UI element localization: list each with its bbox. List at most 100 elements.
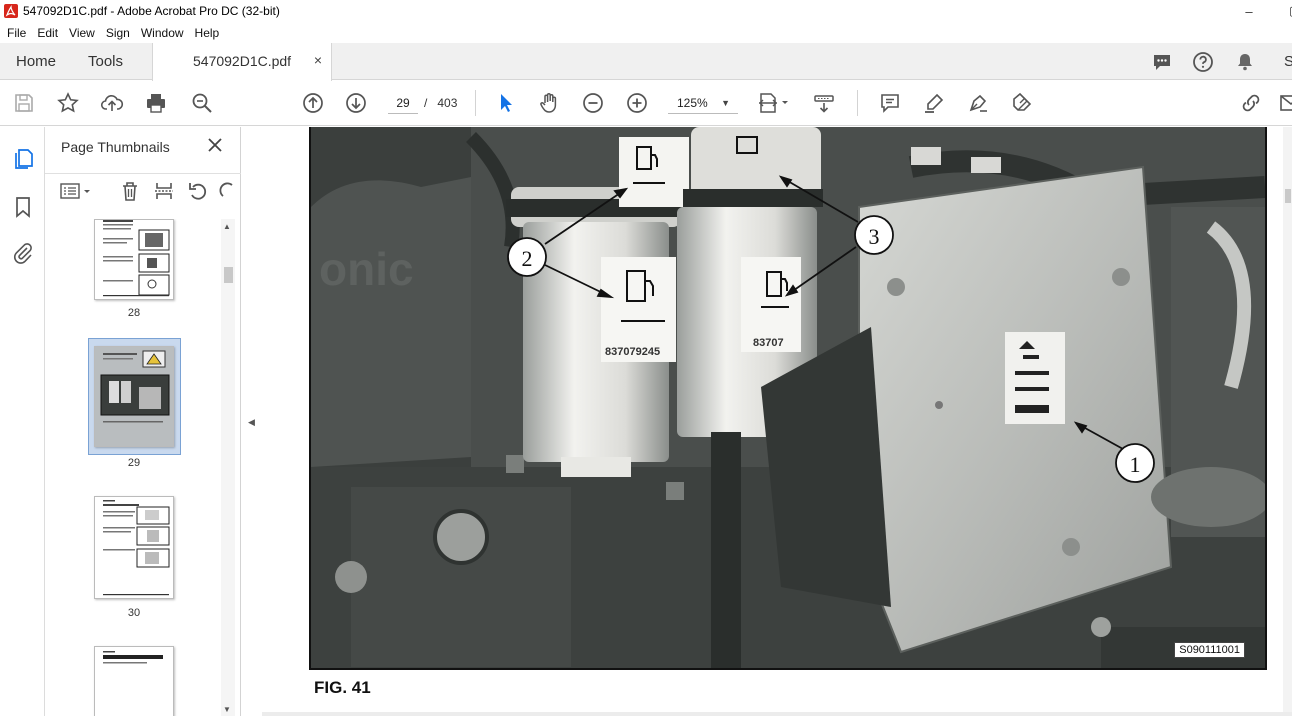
printer-icon xyxy=(147,94,165,113)
save-disk-icon xyxy=(15,94,33,112)
page-thumbnail-image xyxy=(95,347,173,446)
star-icon xyxy=(57,92,79,113)
thumbnail-toolbar xyxy=(45,173,241,205)
brand-embossed-text: onic xyxy=(319,243,414,295)
filter-part-number-left: 837079245 xyxy=(605,346,660,358)
page-thumbnail-image xyxy=(103,220,170,297)
upload-cloud-button[interactable] xyxy=(100,91,124,115)
add-comment-button[interactable] xyxy=(878,91,902,115)
save-button[interactable] xyxy=(12,91,36,115)
arrow-up-circle-icon xyxy=(303,93,323,113)
sign-button[interactable] xyxy=(1010,91,1034,115)
page-number-input[interactable]: 29 xyxy=(388,92,418,114)
bookmark-icon[interactable] xyxy=(11,195,35,219)
hand-tool-button[interactable] xyxy=(537,91,561,115)
document-view[interactable]: onic 837079245 83707 2 3 1 S090111001 FI… xyxy=(262,127,1292,716)
page-thumbnail-image xyxy=(103,500,170,596)
link-icon xyxy=(1242,94,1260,112)
scroll-up-arrow-icon[interactable]: ▲ xyxy=(223,222,231,231)
fit-page-icon xyxy=(759,93,788,113)
filter-part-number-right: 83707 xyxy=(753,337,784,349)
arrow-down-circle-icon xyxy=(346,93,366,113)
pointer-cursor-icon xyxy=(501,94,512,112)
scroll-mode-icon xyxy=(814,95,834,113)
zoom-value: 125% xyxy=(677,96,708,110)
help-icon[interactable] xyxy=(1192,51,1214,73)
share-link-button[interactable] xyxy=(1239,91,1263,115)
toolbar-divider xyxy=(475,90,476,116)
menu-file[interactable]: File xyxy=(3,26,30,40)
notification-bell-icon[interactable] xyxy=(1234,51,1256,73)
search-button[interactable] xyxy=(190,91,214,115)
thumbnail-page[interactable] xyxy=(94,496,174,599)
menu-edit[interactable]: Edit xyxy=(33,26,62,40)
next-page-button[interactable] xyxy=(344,91,368,115)
callout-1-label: 1 xyxy=(1130,452,1141,477)
zoom-out-button[interactable] xyxy=(581,91,605,115)
restore-button[interactable]: ▢ xyxy=(1272,0,1292,22)
title-bar: 547092D1C.pdf - Adobe Acrobat Pro DC (32… xyxy=(0,0,1292,22)
menu-bar: File Edit View Sign Window Help xyxy=(0,22,1292,43)
page-thumbnail-image xyxy=(103,651,163,664)
plus-circle-icon xyxy=(627,93,647,113)
menu-view[interactable]: View xyxy=(65,26,99,40)
tab-document[interactable]: 547092D1C.pdf × xyxy=(152,43,332,81)
print-button[interactable] xyxy=(144,91,168,115)
rotate-counterclockwise-icon[interactable] xyxy=(187,180,209,202)
thumbnail-page[interactable] xyxy=(94,219,174,300)
bookmark-star-button[interactable] xyxy=(56,91,80,115)
insert-pages-icon[interactable] xyxy=(153,180,175,202)
thumbnail-page-label: 28 xyxy=(127,307,141,319)
sign-in-partial[interactable]: S xyxy=(1284,43,1292,80)
tab-row: Home Tools 547092D1C.pdf × S xyxy=(0,43,1292,81)
zoom-in-button[interactable] xyxy=(625,91,649,115)
comment-icon xyxy=(881,94,899,113)
tab-tools[interactable]: Tools xyxy=(88,43,123,80)
comment-bubble-icon[interactable] xyxy=(1151,51,1173,73)
document-scrollbar[interactable] xyxy=(1283,127,1292,716)
previous-page-button[interactable] xyxy=(301,91,325,115)
toolbar-divider xyxy=(857,90,858,116)
pen-nib-icon xyxy=(969,94,987,112)
page-thumbnails-icon[interactable] xyxy=(11,147,35,171)
rotate-clockwise-icon[interactable] xyxy=(219,180,233,202)
page-fit-button[interactable] xyxy=(757,91,791,115)
pdf-page: onic 837079245 83707 2 3 1 S090111001 FI… xyxy=(262,127,1283,716)
scrollbar-thumb[interactable] xyxy=(224,267,233,283)
figure-photo: onic 837079245 83707 2 3 1 S090111001 xyxy=(309,127,1267,670)
menu-sign[interactable]: Sign xyxy=(102,26,134,40)
thumbnail-page[interactable] xyxy=(94,646,174,716)
thumbnail-scrollbar[interactable]: ▲ ▼ xyxy=(221,219,235,716)
close-icon[interactable] xyxy=(205,135,225,155)
options-menu-icon[interactable] xyxy=(59,180,93,202)
highlight-button[interactable] xyxy=(922,91,946,115)
mail-icon xyxy=(1280,95,1292,111)
scroll-down-arrow-icon[interactable]: ▼ xyxy=(223,705,231,714)
acrobat-logo-icon xyxy=(4,4,18,18)
close-tab-button[interactable]: × xyxy=(314,52,322,68)
trash-icon[interactable] xyxy=(119,180,141,202)
draw-button[interactable] xyxy=(966,91,990,115)
figure-code-label: S090111001 xyxy=(1174,642,1245,658)
scrolling-mode-button[interactable] xyxy=(812,91,836,115)
tab-home[interactable]: Home xyxy=(16,43,56,80)
email-button[interactable] xyxy=(1279,91,1292,115)
panel-splitter[interactable]: ◀ xyxy=(241,127,262,716)
main-toolbar: 29 / 403 125% ▼ xyxy=(0,81,1292,126)
cloud-upload-icon xyxy=(100,95,124,111)
highlighter-icon xyxy=(925,93,944,113)
scrollbar-thumb[interactable] xyxy=(1285,189,1291,203)
menu-window[interactable]: Window xyxy=(137,26,188,40)
attachment-paperclip-icon[interactable] xyxy=(11,241,35,265)
select-tool-button[interactable] xyxy=(494,91,518,115)
zoom-level-select[interactable]: 125% ▼ xyxy=(668,92,738,114)
thumbnails-panel: Page Thumbnails 28 29 30 ▲ ▼ xyxy=(45,127,241,716)
thumbnail-page-selected[interactable] xyxy=(94,346,174,447)
engine-filter-photo: onic 837079245 83707 2 3 1 xyxy=(311,127,1265,668)
left-navigation-rail xyxy=(0,127,45,716)
menu-help[interactable]: Help xyxy=(191,26,224,40)
horizontal-scrollbar[interactable] xyxy=(262,712,1292,716)
minus-circle-icon xyxy=(583,93,603,113)
collapse-panel-arrow-icon[interactable]: ◀ xyxy=(248,417,255,428)
minimize-button[interactable]: – xyxy=(1226,0,1272,22)
